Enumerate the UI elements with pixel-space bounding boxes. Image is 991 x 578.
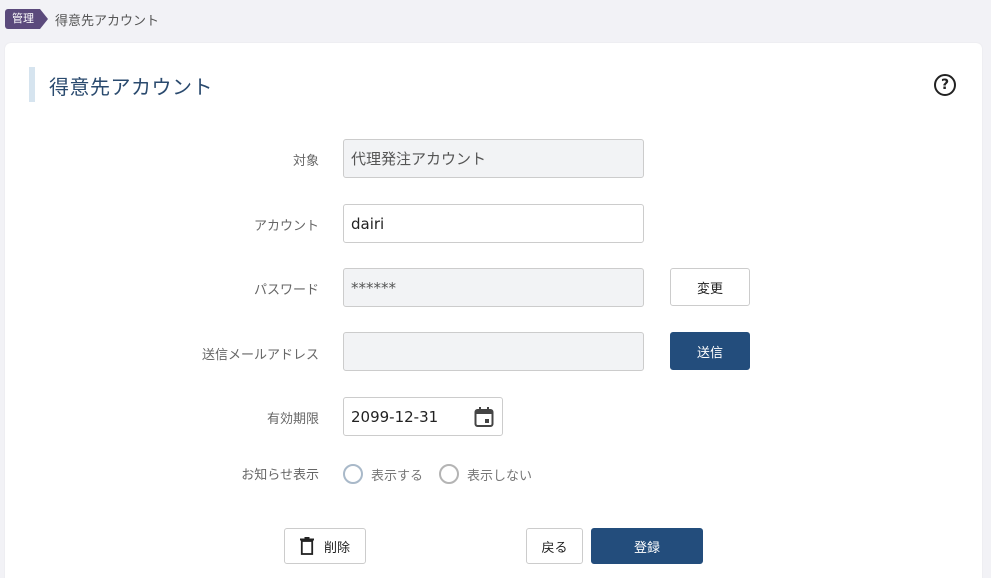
calendar-icon[interactable] — [473, 406, 495, 428]
notice-label: お知らせ表示 — [241, 468, 319, 483]
trash-icon — [299, 537, 314, 555]
target-label: 対象 — [292, 154, 319, 169]
radio-circle-icon — [343, 464, 363, 484]
account-field[interactable]: dairi — [343, 204, 644, 243]
expiry-date-value: 2099-12-31 — [351, 407, 439, 426]
delete-button[interactable]: 削除 — [284, 528, 366, 564]
breadcrumb-tag-admin[interactable]: 管理 — [5, 9, 48, 29]
delete-label: 削除 — [323, 540, 350, 556]
notice-option-label: 表示する — [371, 468, 424, 484]
expiry-label: 有効期限 — [266, 412, 319, 427]
send-button[interactable]: 送信 — [670, 332, 750, 370]
radio-circle-icon — [439, 464, 460, 484]
expiry-date-field[interactable]: 2099-12-31 — [343, 397, 503, 436]
email-label: 送信メールアドレス — [201, 348, 319, 363]
notice-radio-group: 表示する 表示しない — [343, 464, 548, 484]
notice-option-label: 表示しない — [467, 468, 533, 484]
notice-option-show[interactable]: 表示する — [343, 464, 423, 484]
account-label: アカウント — [253, 219, 319, 234]
main-card: 得意先アカウント ? 対象 代理発注アカウント アカウント dairi パスワー… — [5, 43, 982, 578]
help-icon[interactable]: ? — [934, 74, 956, 96]
back-button[interactable]: 戻る — [526, 528, 583, 564]
title-accent-bar — [29, 67, 35, 102]
change-password-button[interactable]: 変更 — [670, 268, 750, 306]
password-field: ****** — [343, 268, 644, 307]
breadcrumb: 管理 得意先アカウント — [5, 8, 159, 30]
password-label: パスワード — [253, 283, 319, 298]
register-button[interactable]: 登録 — [591, 528, 703, 564]
email-field[interactable] — [343, 332, 644, 371]
target-field: 代理発注アカウント — [343, 139, 644, 178]
notice-option-hide[interactable]: 表示しない — [439, 464, 532, 484]
page-title: 得意先アカウント — [49, 75, 213, 99]
breadcrumb-current: 得意先アカウント — [55, 13, 160, 29]
